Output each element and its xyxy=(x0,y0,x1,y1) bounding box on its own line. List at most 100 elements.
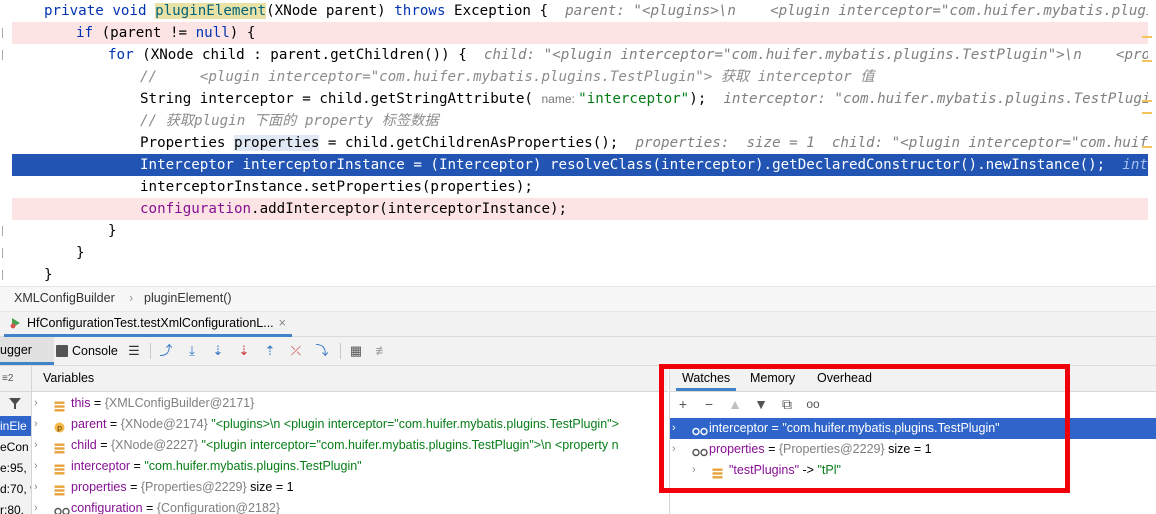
expand-toggle-icon[interactable]: › xyxy=(692,460,704,481)
fold-end-marker[interactable] xyxy=(2,270,11,280)
code-token: // <plugin interceptor="com.huifer.mybat… xyxy=(140,69,875,85)
code-line[interactable]: } xyxy=(12,242,1148,264)
watch-row[interactable]: › interceptor = "com.huifer.mybatis.plugi… xyxy=(670,418,1156,439)
frame-item[interactable]: inEle xyxy=(0,416,31,436)
frames-sort-toggle[interactable]: ≡2 xyxy=(0,366,31,392)
code-token: "interceptor" xyxy=(578,91,690,107)
code-token: ); xyxy=(689,91,724,107)
fold-end-marker[interactable] xyxy=(2,226,11,236)
show-execution-point-icon[interactable]: ⤴ xyxy=(158,343,174,359)
remove-watch-icon[interactable]: − xyxy=(700,395,718,413)
force-step-into-icon[interactable]: ⇣ xyxy=(236,343,252,359)
code-token: child: "<plugin interceptor="com.huifer.… xyxy=(483,47,1148,63)
error-stripe-marker[interactable] xyxy=(1142,60,1152,62)
frame-item[interactable]: d:70, 9 xyxy=(0,479,31,499)
debug-session-tab[interactable]: HfConfigurationTest.testXmlConfiguration… xyxy=(4,312,292,337)
code-line[interactable]: interceptorInstance.setProperties(proper… xyxy=(12,176,1148,198)
code-token: null xyxy=(195,25,230,41)
show-watches-icon[interactable]: oo xyxy=(804,395,822,413)
code-token: Exception { xyxy=(454,3,566,19)
code-line[interactable]: } xyxy=(12,264,1148,286)
trace-icon[interactable]: ≢ xyxy=(374,343,390,359)
error-stripe-marker[interactable] xyxy=(1142,146,1152,148)
expand-toggle-icon[interactable]: › xyxy=(34,477,46,498)
code-line[interactable]: // 获取plugin 下面的 property 标签数据 xyxy=(12,110,1148,132)
variable-name: configuration xyxy=(71,501,143,514)
duplicate-watch-icon[interactable]: ⧉ xyxy=(778,395,796,413)
variable-row[interactable]: › properties = {Properties@2229} size = 1 xyxy=(32,477,668,498)
code-token: properties xyxy=(233,135,320,151)
editor-gutter[interactable] xyxy=(0,0,12,286)
tab-debugger[interactable]: ugger xyxy=(0,337,54,365)
field-icon xyxy=(54,440,65,454)
error-stripe-marker[interactable] xyxy=(1142,36,1152,38)
expand-toggle-icon[interactable]: › xyxy=(34,414,46,435)
add-watch-icon[interactable]: + xyxy=(674,395,692,413)
variable-eq: = xyxy=(90,396,105,410)
fold-if-marker[interactable] xyxy=(2,28,11,38)
step-over-icon[interactable]: ⤓ xyxy=(184,343,200,359)
code-token: (parent != xyxy=(101,25,196,41)
code-line[interactable]: } xyxy=(12,220,1148,242)
code-token: configuration xyxy=(140,201,252,217)
code-token: String interceptor = child.getStringAttr… xyxy=(140,91,542,107)
variable-row[interactable]: › interceptor = "com.huifer.mybatis.plugi… xyxy=(32,456,668,477)
watch-row[interactable]: › properties = {Properties@2229} size = 1 xyxy=(670,439,1156,460)
breadcrumb-method[interactable]: pluginElement() xyxy=(144,291,232,305)
code-line[interactable]: Interceptor interceptorInstance = (Inter… xyxy=(12,154,1148,176)
code-token: for xyxy=(108,47,143,63)
code-token: // 获取plugin 下面的 property 标签数据 xyxy=(140,113,439,129)
code-editor[interactable]: private void pluginElement(XNode parent)… xyxy=(0,0,1156,286)
drop-frame-icon[interactable]: ⤫ xyxy=(288,343,304,359)
move-up-icon[interactable]: ▲ xyxy=(726,395,744,413)
frame-item[interactable]: e:95, xyxy=(0,458,31,478)
frame-item[interactable]: eCon xyxy=(0,437,31,457)
field-icon xyxy=(54,461,65,475)
step-out-icon[interactable]: ⇡ xyxy=(262,343,278,359)
filter-icon[interactable] xyxy=(8,396,22,410)
tab-console[interactable]: Console xyxy=(56,337,118,365)
watch-glasses-icon xyxy=(692,444,708,457)
breadcrumb-class[interactable]: XMLConfigBuilder xyxy=(14,291,115,305)
code-line[interactable]: String interceptor = child.getStringAttr… xyxy=(12,88,1148,110)
move-down-icon[interactable]: ▼ xyxy=(752,395,770,413)
expand-toggle-icon[interactable]: › xyxy=(34,456,46,477)
code-token: interceptor xyxy=(1122,157,1148,173)
expand-toggle-icon[interactable]: › xyxy=(672,418,684,439)
variable-text: this = {XMLConfigBuilder@2171} xyxy=(71,393,254,414)
variable-text: configuration = {Configuration@2182} xyxy=(71,498,280,514)
variable-row[interactable]: › p parent = {XNode@2174} "<plugins>\n <pl… xyxy=(32,414,668,435)
code-line[interactable]: configuration.addInterceptor(interceptor… xyxy=(12,198,1148,220)
fold-end-marker[interactable] xyxy=(2,248,11,258)
code-line[interactable]: for (XNode child : parent.getChildren())… xyxy=(12,44,1148,66)
watch-row[interactable]: › "testPlugins" -> "tPl" xyxy=(670,460,1156,481)
fold-for-marker[interactable] xyxy=(2,50,11,60)
close-icon[interactable]: × xyxy=(279,316,286,330)
tab-memory[interactable]: Memory xyxy=(744,366,801,388)
code-line[interactable]: private void pluginElement(XNode parent)… xyxy=(12,0,1148,22)
variable-row[interactable]: › child = {XNode@2227} "<plugin intercept… xyxy=(32,435,668,456)
expand-toggle-icon[interactable]: › xyxy=(34,498,46,514)
debug-tab-bar: HfConfigurationTest.testXmlConfiguration… xyxy=(0,312,1156,337)
variable-type: {Properties@2229} xyxy=(140,480,247,494)
run-to-cursor-icon[interactable]: ⤵ xyxy=(314,343,330,359)
code-line[interactable]: Properties properties = child.getChildre… xyxy=(12,132,1148,154)
expand-toggle-icon[interactable]: › xyxy=(34,435,46,456)
watches-tab-bar: Watches Memory Overhead xyxy=(670,366,1156,392)
step-into-icon[interactable]: ⇣ xyxy=(210,343,226,359)
tab-overhead[interactable]: Overhead xyxy=(811,366,878,388)
variable-row[interactable]: › configuration = {Configuration@2182} xyxy=(32,498,668,514)
expand-toggle-icon[interactable]: › xyxy=(34,393,46,414)
expand-toggle-icon[interactable]: › xyxy=(672,439,684,460)
tab-watches[interactable]: Watches xyxy=(676,366,737,391)
frame-item[interactable]: r:80, xyxy=(0,500,31,514)
menu-icon[interactable]: ☰ xyxy=(126,343,142,359)
code-line[interactable]: if (parent != null) { xyxy=(12,22,1148,44)
variable-eq: = xyxy=(106,417,121,431)
error-stripe-marker[interactable] xyxy=(1142,112,1152,114)
code-line[interactable]: // <plugin interceptor="com.huifer.mybat… xyxy=(12,66,1148,88)
error-stripe-marker[interactable] xyxy=(1142,100,1152,102)
evaluate-expression-icon[interactable]: ▦ xyxy=(348,343,364,359)
variable-row[interactable]: › this = {XMLConfigBuilder@2171} xyxy=(32,393,668,414)
code-token: void xyxy=(112,3,156,19)
